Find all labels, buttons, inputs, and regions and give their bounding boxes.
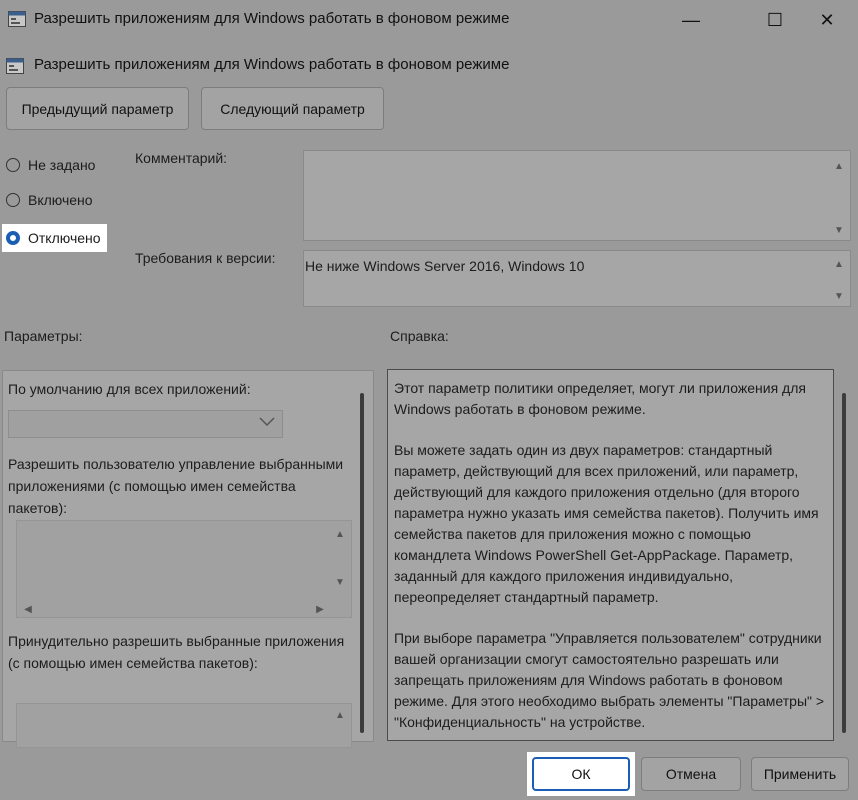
scroll-up-icon[interactable]: ▲ (830, 161, 848, 172)
radio-circle-selected (6, 231, 20, 245)
help-label: Справка: (390, 328, 449, 344)
scroll-up-icon[interactable]: ▲ (331, 529, 349, 540)
help-paragraph: Этот параметр политики определяет, могут… (394, 380, 806, 417)
user-control-apps-label: Разрешить пользователю управление выбран… (8, 456, 344, 516)
close-button[interactable]: ✕ (804, 0, 850, 40)
radio-label: Отключено (28, 230, 101, 246)
cancel-button[interactable]: Отмена (641, 757, 741, 791)
default-for-all-apps-label: По умолчанию для всех приложений: (8, 381, 251, 397)
policy-title: Разрешить приложениям для Windows работа… (34, 56, 510, 73)
ok-button[interactable]: ОК (532, 757, 630, 791)
scroll-left-icon[interactable]: ◀ (19, 604, 37, 615)
radio-not-configured[interactable]: Не задано (6, 153, 95, 177)
radio-enabled[interactable]: Включено (6, 188, 93, 212)
policy-setting-icon (6, 58, 24, 74)
scroll-down-icon[interactable]: ▼ (331, 577, 349, 588)
comment-textarea[interactable]: ▲ ▼ (303, 150, 851, 241)
scroll-down-icon[interactable]: ▼ (830, 291, 848, 302)
version-requirements-value: Не ниже Windows Server 2016, Windows 10 (305, 258, 585, 274)
force-allow-apps-list[interactable]: ▲ (16, 703, 352, 748)
close-icon: ✕ (819, 9, 835, 30)
scroll-up-icon[interactable]: ▲ (331, 710, 349, 721)
help-pane: Этот параметр политики определяет, могут… (387, 369, 834, 741)
minimize-icon: — (682, 9, 700, 30)
help-scrollbar[interactable] (842, 393, 846, 733)
comment-label: Комментарий: (135, 150, 228, 166)
group-policy-icon (8, 11, 26, 27)
maximize-button[interactable]: ☐ (752, 0, 798, 40)
radio-circle (6, 158, 20, 172)
window-title: Разрешить приложениям для Windows работа… (34, 10, 510, 27)
scroll-right-icon[interactable]: ▶ (311, 604, 329, 615)
chevron-down-icon (259, 417, 275, 427)
parameters-label: Параметры: (4, 328, 83, 344)
maximize-icon: ☐ (766, 9, 784, 30)
radio-circle (6, 193, 20, 207)
default-for-all-apps-select[interactable] (8, 410, 283, 438)
previous-setting-button[interactable]: Предыдущий параметр (6, 87, 189, 130)
scroll-down-icon[interactable]: ▼ (830, 225, 848, 236)
next-setting-button[interactable]: Следующий параметр (201, 87, 384, 130)
radio-label: Не задано (28, 157, 96, 173)
radio-disabled[interactable]: Отключено (2, 224, 107, 252)
help-paragraph: Вы можете задать один из двух параметров… (394, 442, 819, 605)
version-requirements-label: Требования к версии: (135, 250, 276, 266)
radio-label: Включено (28, 192, 93, 208)
help-paragraph: При выборе параметра "Управляется пользо… (394, 630, 825, 730)
scroll-up-icon[interactable]: ▲ (830, 259, 848, 270)
minimize-button[interactable]: — (668, 0, 714, 40)
parameters-scrollbar[interactable] (360, 393, 364, 733)
apply-button[interactable]: Применить (751, 757, 849, 791)
user-control-apps-list[interactable]: ▲ ▼ ◀ ▶ (16, 520, 352, 618)
force-allow-apps-label: Принудительно разрешить выбранные прилож… (8, 633, 345, 671)
